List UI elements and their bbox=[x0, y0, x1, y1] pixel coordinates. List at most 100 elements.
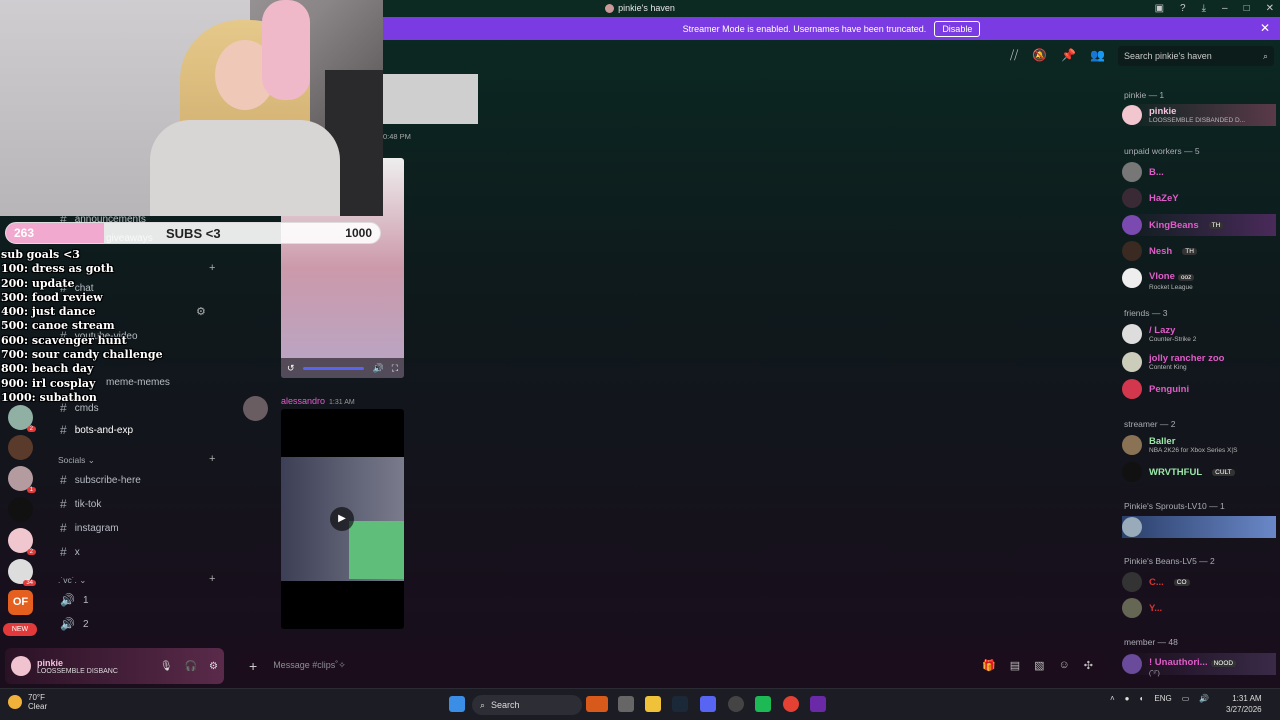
member-section-header: friends — 3 bbox=[1124, 308, 1168, 318]
member-item[interactable]: Nesh TH bbox=[1122, 240, 1276, 262]
video-attachment[interactable] bbox=[383, 74, 478, 124]
microphone-icon[interactable]: 🎙 bbox=[160, 661, 173, 672]
of-server-icon[interactable]: OF bbox=[8, 590, 33, 615]
sub-count: 263 bbox=[14, 226, 35, 240]
apps-icon[interactable]: ✣ bbox=[1084, 659, 1093, 672]
download-icon[interactable]: ⤓ bbox=[1202, 3, 1206, 14]
tray-app-icon[interactable]: ◐ bbox=[1140, 694, 1145, 703]
member-item[interactable]: B... bbox=[1122, 161, 1276, 183]
mute-icon[interactable]: 🔕 bbox=[1032, 48, 1047, 63]
members-icon[interactable]: 👥 bbox=[1090, 48, 1105, 63]
channel-x[interactable]: # x bbox=[60, 545, 80, 559]
member-item[interactable]: WRVTHFUL CULT bbox=[1122, 461, 1276, 483]
member-item[interactable]: C... CO bbox=[1122, 571, 1276, 593]
tray-app-icon[interactable]: ● bbox=[1125, 694, 1130, 703]
avatar bbox=[1122, 598, 1142, 618]
moon-icon bbox=[8, 695, 22, 709]
file-explorer-icon[interactable] bbox=[645, 696, 661, 712]
invite-icon[interactable]: ⚙ bbox=[196, 305, 206, 318]
member-item[interactable]: Penguini bbox=[1122, 378, 1276, 400]
start-icon[interactable] bbox=[449, 696, 465, 712]
user-status: LOOSSEMBLE DISBANC bbox=[37, 667, 118, 675]
play-icon[interactable]: ▶ bbox=[330, 507, 354, 531]
channel-bots-and-exp[interactable]: # bots-and-exp bbox=[60, 423, 133, 437]
category-vc[interactable]: .˙vc˙. ⌄ bbox=[58, 575, 86, 586]
taskbar-search[interactable]: ⌕ Search bbox=[472, 695, 582, 715]
app-icon[interactable] bbox=[755, 696, 771, 712]
member-item[interactable]: ! Unauthori... NOOD (˘³˘) bbox=[1122, 653, 1276, 677]
gift-icon[interactable]: 🎁 bbox=[982, 659, 996, 672]
toucan-image bbox=[349, 521, 404, 579]
settings-icon[interactable]: ⚙ bbox=[209, 661, 218, 672]
replay-icon[interactable]: ↺ bbox=[287, 363, 295, 374]
member-item[interactable]: HaZeY bbox=[1122, 187, 1276, 209]
close-window-button[interactable]: ✕ bbox=[1266, 3, 1274, 14]
sticker-icon[interactable]: ▧ bbox=[1034, 659, 1044, 672]
discord-icon[interactable] bbox=[700, 696, 716, 712]
avatar bbox=[1122, 162, 1142, 182]
threads-icon[interactable]: ⧸⧸ bbox=[1010, 48, 1018, 63]
channel-subscribe-here[interactable]: # subscribe-here bbox=[60, 473, 141, 487]
member-item[interactable]: jolly rancher zoo Content King bbox=[1122, 351, 1276, 373]
server-icon[interactable]: 34 bbox=[8, 559, 36, 586]
avatar bbox=[1122, 435, 1142, 455]
member-item[interactable]: KingBeans TH bbox=[1122, 214, 1276, 236]
member-item[interactable]: pinkie LOOSSEMBLE DISBANDED D... bbox=[1122, 104, 1276, 126]
emoji-icon[interactable]: ☺ bbox=[1059, 659, 1070, 672]
close-icon[interactable]: ✕ bbox=[1260, 21, 1270, 35]
weather-widget[interactable]: 70°F Clear bbox=[8, 693, 47, 711]
language-indicator[interactable]: ENG bbox=[1154, 694, 1171, 703]
disable-streamer-button[interactable]: Disable bbox=[934, 20, 981, 37]
app-icon[interactable] bbox=[728, 696, 744, 712]
message-input[interactable]: Message #clips˚✧ bbox=[273, 660, 346, 671]
channel-tik-tok[interactable]: # tik-tok bbox=[60, 497, 101, 511]
add-channel-button[interactable]: + bbox=[209, 453, 215, 465]
add-channel-button[interactable]: + bbox=[209, 262, 215, 274]
member-item[interactable] bbox=[1122, 516, 1276, 538]
message-composer[interactable]: + Message #clips˚✧ 🎁 ▤ ▧ ☺ ✣ bbox=[237, 652, 1105, 679]
voice-channel-2[interactable]: 🔊 2 bbox=[60, 617, 89, 631]
avatar bbox=[1122, 215, 1142, 235]
maximize-button[interactable]: □ bbox=[1244, 3, 1250, 14]
server-icon[interactable] bbox=[8, 497, 33, 522]
clock[interactable]: 1:31 AM 3/27/2026 bbox=[1226, 693, 1262, 715]
pin-icon[interactable]: 📌 bbox=[1061, 48, 1076, 63]
member-item[interactable]: Baller NBA 2K26 for Xbox Series X|S bbox=[1122, 434, 1276, 456]
network-icon[interactable]: ▭ bbox=[1182, 694, 1190, 703]
message-timestamp: 0:48 PM bbox=[383, 132, 411, 141]
channel-instagram[interactable]: # instagram bbox=[60, 521, 119, 535]
server-icon bbox=[605, 3, 615, 13]
category-socials[interactable]: Socials ⌄ bbox=[58, 455, 95, 466]
search-input[interactable]: Search pinkie's haven ⌕ bbox=[1118, 46, 1274, 66]
member-item[interactable]: / Lazy Counter-Strike 2 bbox=[1122, 323, 1276, 345]
chevron-up-icon[interactable]: ˄ bbox=[1110, 694, 1115, 703]
minimize-button[interactable]: – bbox=[1222, 3, 1228, 14]
add-channel-button[interactable]: + bbox=[209, 573, 215, 585]
inbox-icon[interactable]: ▣ bbox=[1155, 3, 1164, 14]
avatar bbox=[1122, 268, 1142, 288]
server-icon[interactable]: 2 bbox=[8, 405, 36, 432]
avatar[interactable] bbox=[243, 396, 268, 421]
steam-icon[interactable] bbox=[672, 696, 688, 712]
volume-icon[interactable]: 🔊 bbox=[1199, 694, 1209, 703]
chrome-icon[interactable] bbox=[783, 696, 799, 712]
server-icon[interactable] bbox=[8, 435, 33, 460]
help-icon[interactable]: ? bbox=[1180, 3, 1186, 14]
gif-icon[interactable]: ▤ bbox=[1010, 659, 1020, 672]
headphones-icon[interactable]: 🎧 bbox=[185, 661, 197, 672]
video-attachment[interactable]: ▶ bbox=[281, 409, 404, 629]
volume-icon[interactable]: 🔊 bbox=[372, 363, 383, 374]
server-icon[interactable]: 2 bbox=[8, 528, 36, 555]
attach-plus-icon[interactable]: + bbox=[249, 658, 257, 674]
server-icon[interactable]: 1 bbox=[8, 466, 36, 493]
search-highlight-icon[interactable] bbox=[586, 696, 608, 712]
member-item[interactable]: Y... bbox=[1122, 597, 1276, 619]
task-view-icon[interactable] bbox=[618, 696, 634, 712]
fullscreen-icon[interactable]: ⛶ bbox=[392, 363, 398, 374]
member-item[interactable]: Vlone ooz Rocket League bbox=[1122, 267, 1276, 291]
video-progress[interactable] bbox=[302, 366, 365, 370]
voice-channel-1[interactable]: 🔊 1 bbox=[60, 593, 89, 607]
message-author[interactable]: alessandro 1:31 AM bbox=[281, 396, 355, 406]
avatar[interactable] bbox=[11, 656, 31, 676]
kick-icon[interactable] bbox=[810, 696, 826, 712]
